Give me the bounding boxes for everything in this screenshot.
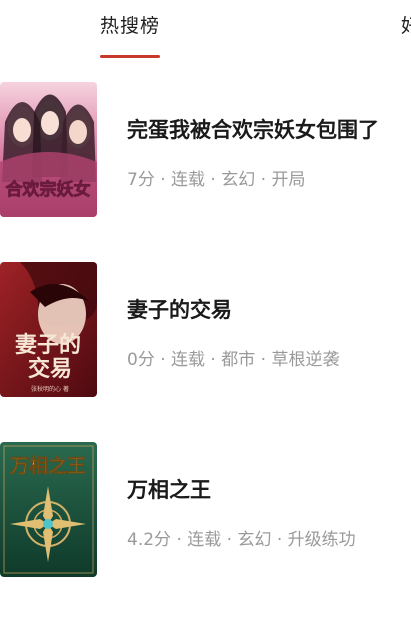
tab-next-partial[interactable]: 好 <box>401 11 411 38</box>
book-cover[interactable]: 万相之王 <box>0 442 97 577</box>
cover-title-line2: 交易 <box>28 356 72 382</box>
book-meta: 0分 · 连载 · 都市 · 草根逆袭 <box>127 350 340 370</box>
book-title[interactable]: 妻子的交易 <box>127 294 232 324</box>
top-tab-bar: 热搜榜 好 <box>0 0 411 62</box>
book-title[interactable]: 完蛋我被合欢宗妖女包围了 <box>127 114 379 144</box>
book-item[interactable]: 妻子的 交易 张秋明的心 著 妻子的交易 0分 · 连载 · 都市 · 草根逆袭 <box>0 262 411 402</box>
active-tab-indicator <box>100 55 160 58</box>
cover-illustration: 妻子的 交易 张秋明的心 著 <box>0 262 97 397</box>
cover-illustration: 合欢宗妖女 <box>0 82 97 217</box>
book-cover[interactable]: 合欢宗妖女 <box>0 82 97 217</box>
book-title[interactable]: 万相之王 <box>127 474 211 504</box>
cover-illustration: 万相之王 <box>0 442 97 577</box>
book-item[interactable]: 合欢宗妖女 完蛋我被合欢宗妖女包围了 7分 · 连载 · 玄幻 · 开局 <box>0 82 411 222</box>
cover-author-text: 张秋明的心 著 <box>31 385 69 393</box>
cover-title-text: 万相之王 <box>9 454 86 477</box>
book-meta: 7分 · 连载 · 玄幻 · 开局 <box>127 170 306 190</box>
cover-title-text: 合欢宗妖女 <box>6 179 91 200</box>
book-item[interactable]: 万相之王 万相之王 4.2分 · 连载 · 玄幻 · 升级练功 <box>0 442 411 582</box>
tab-hot-search[interactable]: 热搜榜 <box>100 11 160 38</box>
book-meta: 4.2分 · 连载 · 玄幻 · 升级练功 <box>127 530 356 550</box>
book-cover[interactable]: 妻子的 交易 张秋明的心 著 <box>0 262 97 397</box>
cover-title-line1: 妻子的 <box>15 332 81 358</box>
